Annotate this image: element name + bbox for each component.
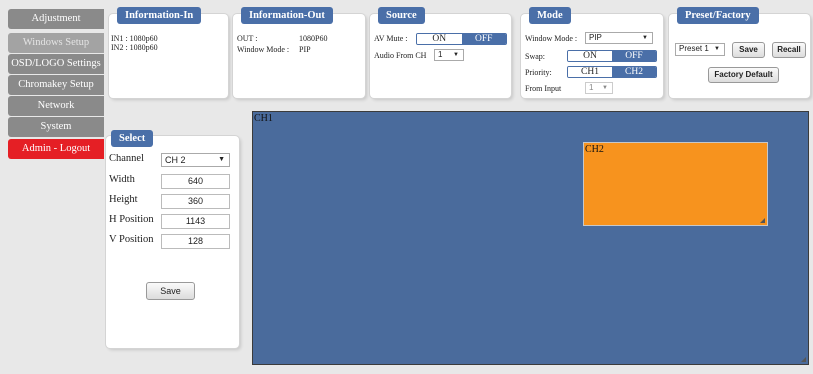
information-out-panel: Information-Out OUT : 1080P60 Window Mod… bbox=[233, 7, 365, 98]
mode-window-mode-label: Window Mode : bbox=[525, 34, 578, 43]
height-label: Height bbox=[109, 194, 138, 205]
from-input-label: From Input bbox=[525, 84, 562, 93]
out-value: 1080P60 bbox=[299, 34, 328, 43]
out-label: OUT : bbox=[237, 34, 258, 43]
factory-default-button[interactable]: Factory Default bbox=[708, 67, 779, 83]
in2-status: IN2 : 1080p60 bbox=[111, 43, 158, 52]
resize-handle-icon[interactable] bbox=[801, 357, 806, 362]
h-position-input[interactable]: 1143 bbox=[161, 214, 230, 229]
from-input-select[interactable]: 1 ▼ bbox=[585, 82, 613, 94]
preset-factory-panel: Preset/Factory Preset 1 ▼ Save Recall Fa… bbox=[669, 7, 810, 98]
mode-title: Mode bbox=[529, 7, 571, 24]
preset-select[interactable]: Preset 1 ▼ bbox=[675, 43, 725, 56]
audio-from-ch-select[interactable]: 1 ▼ bbox=[434, 49, 464, 61]
chevron-down-icon: ▼ bbox=[218, 156, 225, 163]
audio-from-ch-label: Audio From CH bbox=[374, 51, 427, 60]
swap-toggle[interactable]: ON OFF bbox=[567, 50, 657, 62]
from-input-value: 1 bbox=[589, 83, 594, 92]
in1-status: IN1 : 1080p60 bbox=[111, 34, 158, 43]
window-mode-label: Window Mode : bbox=[237, 45, 290, 54]
chevron-down-icon: ▼ bbox=[714, 46, 720, 52]
priority-ch1-option[interactable]: CH1 bbox=[568, 67, 612, 77]
logout-button[interactable]: Admin - Logout bbox=[8, 139, 104, 159]
mode-panel: Mode Window Mode : PIP ▼ Swap: ON OFF Pr… bbox=[521, 7, 663, 98]
width-input[interactable]: 640 bbox=[161, 174, 230, 189]
select-title: Select bbox=[111, 130, 154, 147]
width-label: Width bbox=[109, 174, 135, 185]
window-mode-select-value: PIP bbox=[589, 33, 602, 42]
sidebar-item-network[interactable]: Network bbox=[8, 96, 104, 116]
h-position-label: H Position bbox=[109, 214, 154, 225]
sidebar-item-adjustment[interactable]: Adjustment bbox=[8, 9, 104, 29]
preset-select-value: Preset 1 bbox=[679, 44, 709, 53]
resize-handle-icon[interactable] bbox=[760, 218, 765, 223]
recall-button[interactable]: Recall bbox=[772, 42, 806, 58]
chevron-down-icon: ▼ bbox=[642, 35, 648, 41]
information-in-title: Information-In bbox=[117, 7, 202, 24]
ch2-window[interactable]: CH2 bbox=[583, 142, 768, 226]
av-mute-label: AV Mute : bbox=[374, 34, 408, 43]
source-panel: Source AV Mute : ON OFF Audio From CH 1 … bbox=[370, 7, 511, 98]
source-title: Source bbox=[378, 7, 425, 24]
chevron-down-icon: ▼ bbox=[453, 52, 459, 58]
preset-save-button[interactable]: Save bbox=[732, 42, 765, 58]
audio-from-ch-value: 1 bbox=[438, 50, 443, 59]
priority-ch2-option[interactable]: CH2 bbox=[612, 67, 656, 77]
swap-off-option[interactable]: OFF bbox=[612, 51, 656, 61]
sidebar-item-osd-logo-settings[interactable]: OSD/LOGO Settings bbox=[8, 54, 104, 74]
v-position-input[interactable]: 128 bbox=[161, 234, 230, 249]
channel-label: Channel bbox=[109, 153, 144, 164]
channel-select-value: CH 2 bbox=[165, 155, 186, 165]
select-panel: Select Channel CH 2 ▼ Width 640 Height 3… bbox=[106, 130, 239, 348]
sidebar: Adjustment Windows Setup OSD/LOGO Settin… bbox=[8, 9, 104, 160]
v-position-label: V Position bbox=[109, 234, 154, 245]
information-in-panel: Information-In IN1 : 1080p60 IN2 : 1080p… bbox=[109, 7, 228, 98]
window-mode-value: PIP bbox=[299, 45, 311, 54]
height-input[interactable]: 360 bbox=[161, 194, 230, 209]
sidebar-item-chromakey-setup[interactable]: Chromakey Setup bbox=[8, 75, 104, 95]
preset-factory-title: Preset/Factory bbox=[677, 7, 759, 24]
window-layout-canvas[interactable]: CH1 CH2 bbox=[252, 111, 809, 365]
select-save-button[interactable]: Save bbox=[146, 282, 195, 300]
window-mode-select[interactable]: PIP ▼ bbox=[585, 32, 653, 44]
swap-on-option[interactable]: ON bbox=[568, 51, 612, 61]
priority-label: Priority: bbox=[525, 68, 552, 77]
information-out-title: Information-Out bbox=[241, 7, 333, 24]
av-mute-toggle[interactable]: ON OFF bbox=[416, 33, 507, 45]
sidebar-item-system[interactable]: System bbox=[8, 117, 104, 137]
priority-toggle[interactable]: CH1 CH2 bbox=[567, 66, 657, 78]
av-mute-on-option[interactable]: ON bbox=[417, 34, 462, 44]
chevron-down-icon: ▼ bbox=[602, 85, 608, 91]
sidebar-item-windows-setup[interactable]: Windows Setup bbox=[8, 33, 104, 53]
swap-label: Swap: bbox=[525, 52, 545, 61]
channel-select[interactable]: CH 2 ▼ bbox=[161, 153, 230, 167]
ch2-label: CH2 bbox=[585, 144, 604, 155]
ch1-label: CH1 bbox=[254, 113, 273, 124]
av-mute-off-option[interactable]: OFF bbox=[461, 34, 506, 44]
